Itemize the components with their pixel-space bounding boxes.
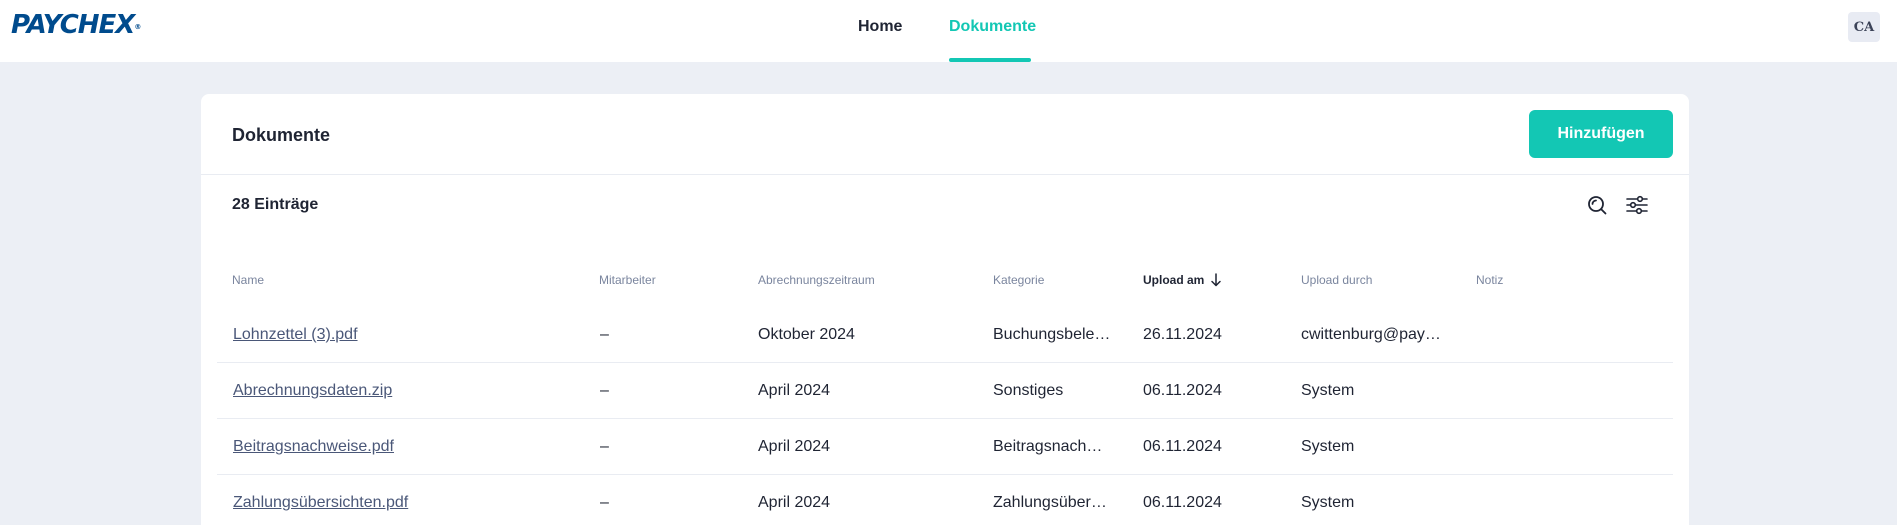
filter-sliders-icon[interactable] [1625,193,1649,217]
uploaded-by-cell: System [1301,438,1355,455]
table-row[interactable]: Lohnzettel (3).pdf – Oktober 2024 Buchun… [217,307,1673,363]
document-name-link[interactable]: Zahlungsübersichten.pdf [233,493,563,513]
sort-descending-icon[interactable] [1209,272,1223,288]
user-avatar[interactable]: CA [1848,12,1880,42]
upload-date-cell: 06.11.2024 [1143,382,1222,399]
period-cell: Oktober 2024 [758,326,855,343]
period-cell: April 2024 [758,494,831,511]
period-cell: April 2024 [758,382,831,399]
period-cell: April 2024 [758,438,831,455]
paychex-logo[interactable]: PAYCHEX® [11,10,141,40]
category-cell: Zahlungsübersichten [993,494,1111,511]
column-header-abrechnungszeitraum[interactable]: Abrechnungszeitraum [758,272,875,288]
header-divider [201,174,1689,175]
upload-date-cell: 06.11.2024 [1143,494,1222,511]
add-document-button[interactable]: Hinzufügen [1529,110,1673,158]
uploaded-by-cell: System [1301,382,1355,399]
document-name-link[interactable]: Lohnzettel (3).pdf [233,325,563,345]
column-header-kategorie[interactable]: Kategorie [993,272,1044,288]
category-cell: Buchungsbelege [993,326,1111,343]
table-row[interactable]: Zahlungsübersichten.pdf – April 2024 Zah… [217,475,1673,525]
employee-cell: – [600,494,609,511]
column-header-upload-durch[interactable]: Upload durch [1301,272,1372,288]
table-row[interactable]: Abrechnungsdaten.zip – April 2024 Sonsti… [217,363,1673,419]
column-header-upload-am[interactable]: Upload am [1143,272,1204,288]
category-cell: Beitragsnachweise [993,438,1111,455]
category-cell: Sonstiges [993,382,1064,399]
upload-date-cell: 26.11.2024 [1143,326,1222,343]
column-header-notiz[interactable]: Notiz [1476,272,1503,288]
table-row[interactable]: Beitragsnachweise.pdf – April 2024 Beitr… [217,419,1673,475]
column-header-name[interactable]: Name [232,272,264,288]
document-name-link[interactable]: Abrechnungsdaten.zip [233,381,563,401]
top-navigation-bar: PAYCHEX® Home Dokumente CA [0,0,1897,62]
employee-cell: – [600,438,609,455]
employee-cell: – [600,382,609,399]
uploaded-by-cell: System [1301,494,1355,511]
tab-dokumente[interactable]: Dokumente [949,17,1036,37]
employee-cell: – [600,326,609,343]
active-tab-indicator [949,58,1031,62]
documents-card: Dokumente Hinzufügen 28 Einträge Name Mi… [201,94,1689,525]
column-header-mitarbeiter[interactable]: Mitarbeiter [599,272,656,288]
entry-count: 28 Einträge [232,196,319,213]
page-title: Dokumente [232,125,331,145]
tab-home[interactable]: Home [858,17,902,37]
upload-date-cell: 06.11.2024 [1143,438,1222,455]
document-name-link[interactable]: Beitragsnachweise.pdf [233,437,563,457]
search-icon[interactable] [1585,193,1609,217]
uploaded-by-cell: cwittenburg@paychex.de [1301,326,1446,343]
